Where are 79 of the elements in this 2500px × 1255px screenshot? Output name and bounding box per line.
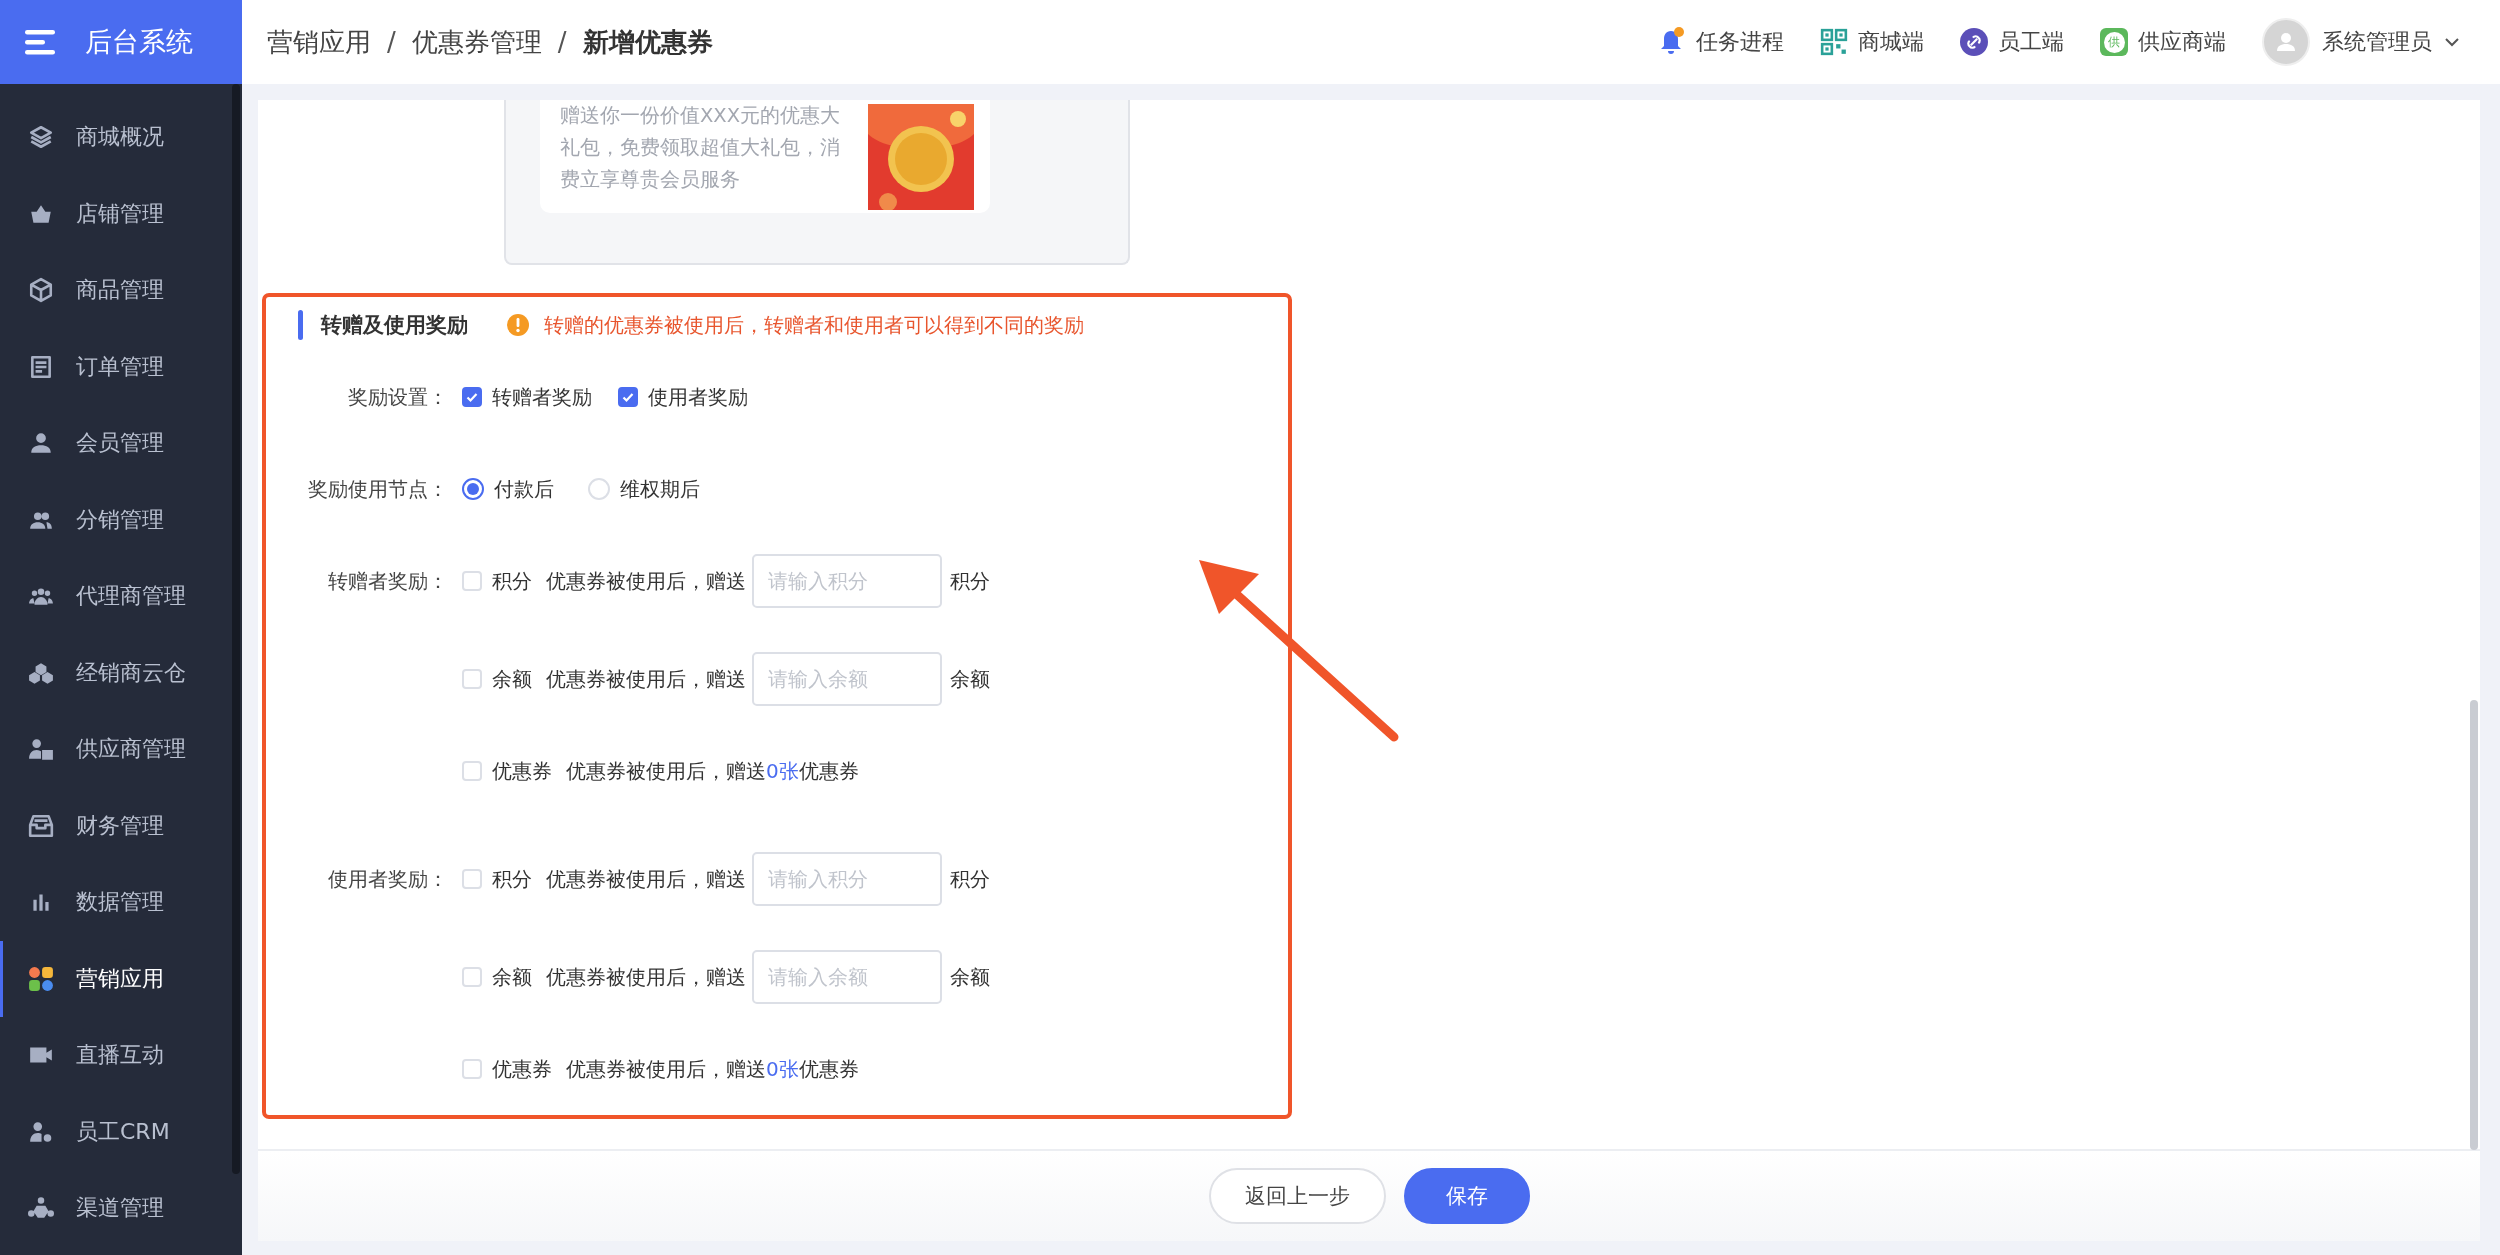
unit-label: 余额 [950,963,990,991]
unit-label: 余额 [950,665,990,693]
unit-label: 积分 [950,567,990,595]
breadcrumb-item: 新增优惠券 [582,25,713,59]
app-title: 后台系统 [85,25,193,59]
back-button[interactable]: 返回上一步 [1208,1168,1386,1224]
coupon-count-link[interactable]: 0张 [766,1055,799,1083]
notice-text: 转赠的优惠券被使用后，转赠者和使用者可以得到不同的奖励 [544,311,1084,339]
chevron-down-icon[interactable] [2444,37,2460,47]
checkbox[interactable] [462,387,482,407]
link-icon[interactable] [1960,27,1988,57]
sidebar-item[interactable]: 商品管理 [0,252,242,329]
header-link[interactable]: 供应商端 [2138,27,2226,57]
sidebar-item[interactable]: 直播互动 [0,1017,242,1094]
input-field[interactable]: 请输入积分 [752,554,942,608]
warning-icon [506,313,530,337]
sidebar-item[interactable]: 代理商管理 [0,558,242,635]
qr-code-icon[interactable] [1820,27,1848,57]
checkbox[interactable] [618,387,638,407]
scrollbar[interactable] [232,84,240,1174]
field-label: 转赠者奖励： [327,567,449,595]
box-icon [28,277,54,304]
field-label: 使用者奖励： [327,865,449,893]
reward-text: 优惠券被使用后，赠送 [566,1055,766,1083]
tray-icon [28,812,54,839]
sidebar-item[interactable]: 经销商云仓 [0,634,242,711]
user-name[interactable]: 系统管理员 [2322,27,2432,57]
checkbox-label[interactable]: 余额 [492,963,532,991]
document-icon [28,353,54,380]
sidebar-item[interactable]: 数据管理 [0,864,242,941]
sidebar-item[interactable]: 订单管理 [0,328,242,405]
reward-text: 优惠券被使用后，赠送 [566,757,766,785]
checkbox-label[interactable]: 余额 [492,665,532,693]
reward-text: 优惠券被使用后，赠送 [546,963,746,991]
header-link[interactable]: 商城端 [1858,27,1924,57]
checkbox-label[interactable]: 积分 [492,567,532,595]
checkbox-label[interactable]: 优惠券 [492,1055,552,1083]
checkbox-label[interactable]: 转赠者奖励 [492,383,592,411]
sidebar-item[interactable]: 供应商管理 [0,711,242,788]
person-card-icon [28,736,54,763]
scrollbar[interactable] [2470,700,2478,1150]
breadcrumb-item[interactable]: 营销应用 [267,24,371,60]
sidebar-item[interactable]: 商城概况 [0,99,242,176]
header-link[interactable]: 员工端 [1998,27,2064,57]
four-petals-icon [28,965,54,992]
sidebar-item[interactable]: 员工CRM [0,1093,242,1170]
reward-text: 优惠券被使用后，赠送 [546,665,746,693]
coupon-description: 赠送你一份价值XXX元的优惠大礼包，免费领取超值大礼包，消费立享尊贵会员服务 [560,103,842,193]
input-field[interactable]: 请输入余额 [752,950,942,1004]
header-link[interactable]: 任务进程 [1696,27,1784,57]
field-label: 奖励设置： [347,383,449,411]
sidebar-item[interactable]: 财务管理 [0,787,242,864]
save-button[interactable]: 保存 [1403,1168,1530,1224]
reward-text: 优惠券被使用后，赠送 [546,865,746,893]
checkbox-label[interactable]: 优惠券 [492,757,552,785]
avatar-icon[interactable] [2262,18,2310,66]
section-title: 转赠及使用奖励 [321,312,468,339]
radio-label[interactable]: 付款后 [494,475,554,503]
input-field[interactable]: 请输入积分 [752,852,942,906]
sidebar-item[interactable]: 会员管理 [0,405,242,482]
unit-label: 优惠券 [798,757,859,785]
radio-label[interactable]: 维权期后 [620,475,700,503]
radio-button[interactable] [462,478,484,500]
unit-label: 积分 [950,865,990,893]
reward-text: 优惠券被使用后，赠送 [546,567,746,595]
checkbox-label[interactable]: 使用者奖励 [648,383,748,411]
breadcrumb-separator: / [557,27,567,57]
layers-icon [28,124,54,151]
field-label: 奖励使用节点： [307,475,449,503]
input-field[interactable]: 请输入余额 [752,652,942,706]
sidebar-item[interactable]: 分销管理 [0,481,242,558]
sidebar-item[interactable]: 渠道管理 [0,1170,242,1247]
coupon-count-link[interactable]: 0张 [766,757,799,785]
checkbox-label[interactable]: 积分 [492,865,532,893]
section-marker [298,310,303,340]
breadcrumb-separator: / [387,27,396,57]
breadcrumb-item[interactable]: 优惠券管理 [411,24,542,60]
unit-label: 优惠券 [798,1055,859,1083]
sidebar-item[interactable]: 店铺管理 [0,175,242,252]
